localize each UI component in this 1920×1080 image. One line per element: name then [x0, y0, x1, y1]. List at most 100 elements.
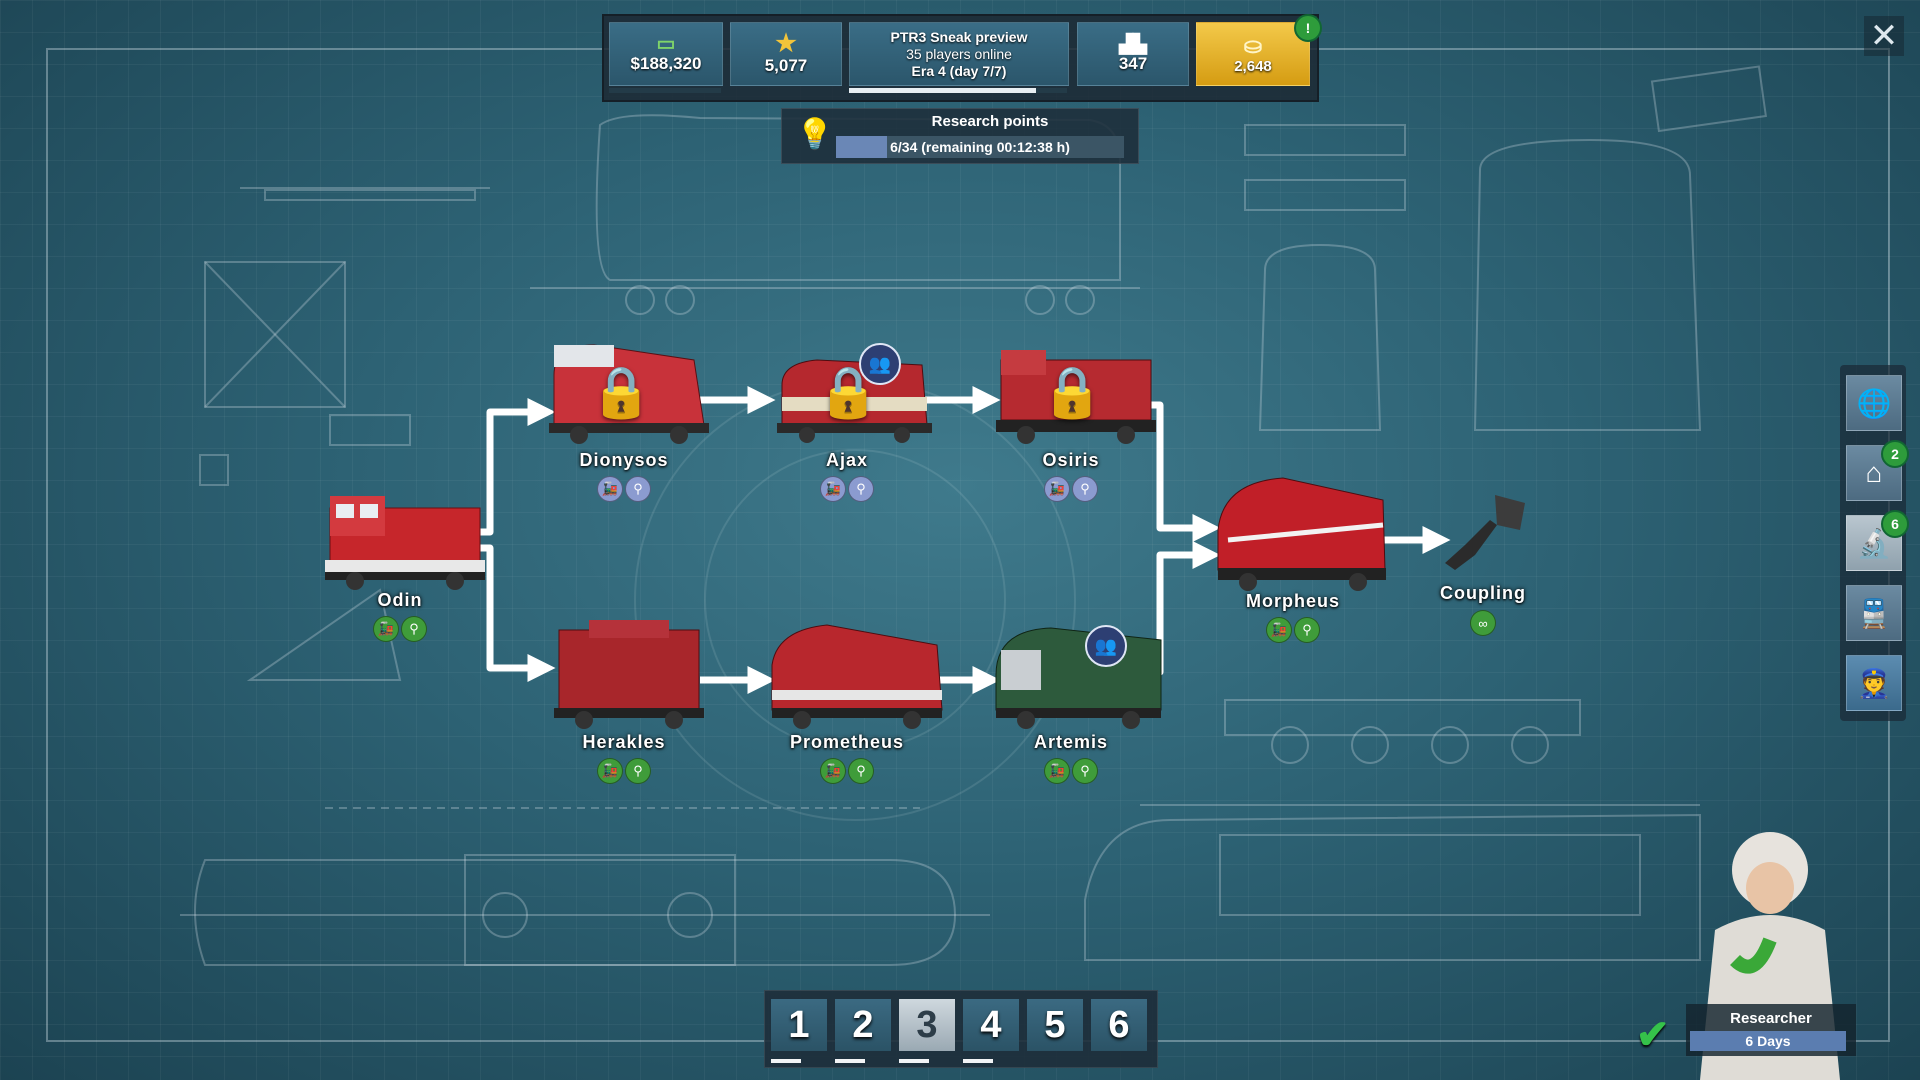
train-icon: 🚂 — [1266, 617, 1292, 643]
prestige-value: 5,077 — [764, 56, 808, 75]
conductor-avatar-button[interactable]: 👮 — [1846, 655, 1902, 711]
star-icon: ★ — [775, 30, 797, 57]
node-status-morpheus: 🚂 ⚲ — [1193, 617, 1393, 643]
lock-icon: 🔒 — [590, 364, 653, 420]
research-magnifier-icon: ⚲ — [1072, 758, 1098, 784]
page-button-1[interactable]: 1 — [771, 999, 827, 1051]
node-name-odin: Odin — [377, 590, 423, 610]
prometheus-locomotive-image — [771, 624, 943, 729]
train-icon: 🚂 — [1044, 758, 1070, 784]
research-progress-bar: 6/34 (remaining 00:12:38 h) — [836, 136, 1124, 158]
money-progress-bar — [609, 88, 721, 93]
research-node-artemis[interactable]: 👥 Artemis 🚂 ⚲ — [971, 620, 1171, 790]
node-status-osiris: 🚂 ⚲ — [971, 476, 1171, 502]
node-name-coupling: Coupling — [1440, 583, 1526, 603]
players-online: 35 players online — [906, 45, 1012, 62]
era-page-selector: 123456 — [764, 990, 1158, 1068]
close-button[interactable]: ✕ — [1864, 16, 1904, 56]
page-indicator — [963, 1059, 993, 1063]
research-badge: 6 — [1881, 510, 1909, 538]
prestige-panel[interactable]: ★ 5,077 — [730, 22, 842, 86]
gold-panel[interactable]: ⛀ 2,648 — [1196, 22, 1310, 86]
page-button-4[interactable]: 4 — [963, 999, 1019, 1051]
page-button-3[interactable]: 3 — [899, 999, 955, 1051]
research-node-coupling[interactable]: Coupling ∞ — [1383, 485, 1583, 645]
herakles-locomotive-image — [554, 620, 704, 729]
page-indicator — [771, 1059, 801, 1063]
workers-required-icon: 👥 — [859, 343, 901, 385]
coupling-image — [1445, 495, 1525, 570]
research-magnifier-icon: ⚲ — [1072, 476, 1098, 502]
research-magnifier-icon: ⚲ — [848, 758, 874, 784]
rank-value: 347 — [1118, 54, 1148, 73]
right-sidebar: 🌐 ⌂ 2 🔬 6 🚆 👮 — [1840, 365, 1909, 721]
odin-locomotive-image — [325, 496, 485, 590]
node-name-artemis: Artemis — [1033, 732, 1109, 752]
close-icon: ✕ — [1869, 17, 1899, 55]
train-icon: 🚂 — [820, 476, 846, 502]
node-status-odin: 🚂 ⚲ — [300, 616, 500, 642]
research-node-osiris[interactable]: 🔒 Osiris 🚂 ⚲ — [971, 335, 1171, 505]
gold-value: 2,648 — [1234, 57, 1272, 75]
page-indicator — [899, 1059, 929, 1063]
artemis-locomotive-image — [995, 627, 1162, 729]
researcher-title: Researcher — [1730, 1010, 1812, 1027]
node-status-prometheus: 🚂 ⚲ — [747, 758, 947, 784]
research-magnifier-icon: ⚲ — [625, 476, 651, 502]
page-button-2[interactable]: 2 — [835, 999, 891, 1051]
node-status-herakles: 🚂 ⚲ — [524, 758, 724, 784]
researcher-days: 6 Days — [1690, 1031, 1846, 1051]
research-points-panel: 💡 Research points 6/34 (remaining 00:12:… — [781, 108, 1139, 164]
depot-button[interactable]: ⌂ 2 — [1846, 440, 1909, 501]
page-button-6[interactable]: 6 — [1091, 999, 1147, 1051]
research-node-morpheus[interactable]: Morpheus 🚂 ⚲ — [1193, 470, 1393, 650]
checkmark-icon: ✔ — [1636, 1013, 1670, 1057]
podium-icon: ▟▙ — [1119, 34, 1147, 54]
link-icon: ∞ — [1470, 610, 1496, 636]
research-node-odin[interactable]: Odin 🚂 ⚲ — [300, 478, 500, 648]
money-panel[interactable]: ▭ $188,320 — [609, 22, 723, 86]
research-node-ajax[interactable]: 🔒 👥 Ajax 🚂 ⚲ — [747, 335, 947, 505]
morpheus-locomotive-image — [1217, 477, 1386, 591]
add-train-button[interactable]: 🚆 — [1846, 585, 1902, 641]
node-name-prometheus: Prometheus — [789, 732, 905, 752]
money-value: $188,320 — [630, 54, 702, 73]
gold-chest-icon: ⛀ — [1243, 32, 1263, 58]
server-title: PTR3 Sneak preview — [890, 28, 1028, 45]
train-icon: 🚂 — [1044, 476, 1070, 502]
research-node-herakles[interactable]: Herakles 🚂 ⚲ — [524, 620, 724, 790]
conductor-avatar: 👮 — [1856, 667, 1892, 699]
money-icon: ▭ — [656, 33, 676, 55]
globe-icon: 🌐 — [1856, 387, 1892, 419]
server-info-panel[interactable]: PTR3 Sneak preview 35 players online Era… — [849, 22, 1069, 86]
researcher-panel[interactable]: ✔ Researcher 6 Days — [1636, 1004, 1856, 1057]
page-indicator — [835, 1059, 865, 1063]
lightbulb-icon: 💡 — [796, 118, 834, 151]
node-name-dionysos: Dionysos — [579, 450, 669, 470]
depot-icon: ⌂ — [1865, 457, 1883, 488]
node-name-osiris: Osiris — [1042, 450, 1100, 470]
add-train-icon: 🚆 — [1856, 597, 1892, 629]
research-node-dionysos[interactable]: 🔒 Dionysos 🚂 ⚲ — [524, 335, 724, 505]
resource-bar: ▭ $188,320 ★ 5,077 PTR3 Sneak preview 35… — [602, 14, 1322, 102]
node-status-ajax: 🚂 ⚲ — [747, 476, 947, 502]
research-node-prometheus[interactable]: Prometheus 🚂 ⚲ — [747, 620, 947, 790]
gold-alert-badge: ! — [1294, 14, 1322, 42]
era-progress-bar — [849, 88, 1067, 93]
research-magnifier-icon: ⚲ — [848, 476, 874, 502]
globe-button[interactable]: 🌐 — [1846, 375, 1902, 431]
ranking-panel[interactable]: ▟▙ 347 — [1077, 22, 1189, 86]
train-icon: 🚂 — [597, 758, 623, 784]
train-icon: 🚂 — [820, 758, 846, 784]
research-progress-text: 6/34 (remaining 00:12:38 h) — [890, 139, 1070, 155]
research-points-title: Research points — [931, 113, 1049, 130]
train-icon: 🚂 — [373, 616, 399, 642]
workers-required-icon: 👥 — [1085, 625, 1127, 667]
train-icon: 🚂 — [597, 476, 623, 502]
page-button-5[interactable]: 5 — [1027, 999, 1083, 1051]
node-name-herakles: Herakles — [582, 732, 666, 752]
node-name-ajax: Ajax — [825, 450, 869, 470]
research-button[interactable]: 🔬 6 — [1846, 510, 1909, 571]
depot-badge: 2 — [1881, 440, 1909, 468]
node-name-morpheus: Morpheus — [1245, 591, 1340, 611]
